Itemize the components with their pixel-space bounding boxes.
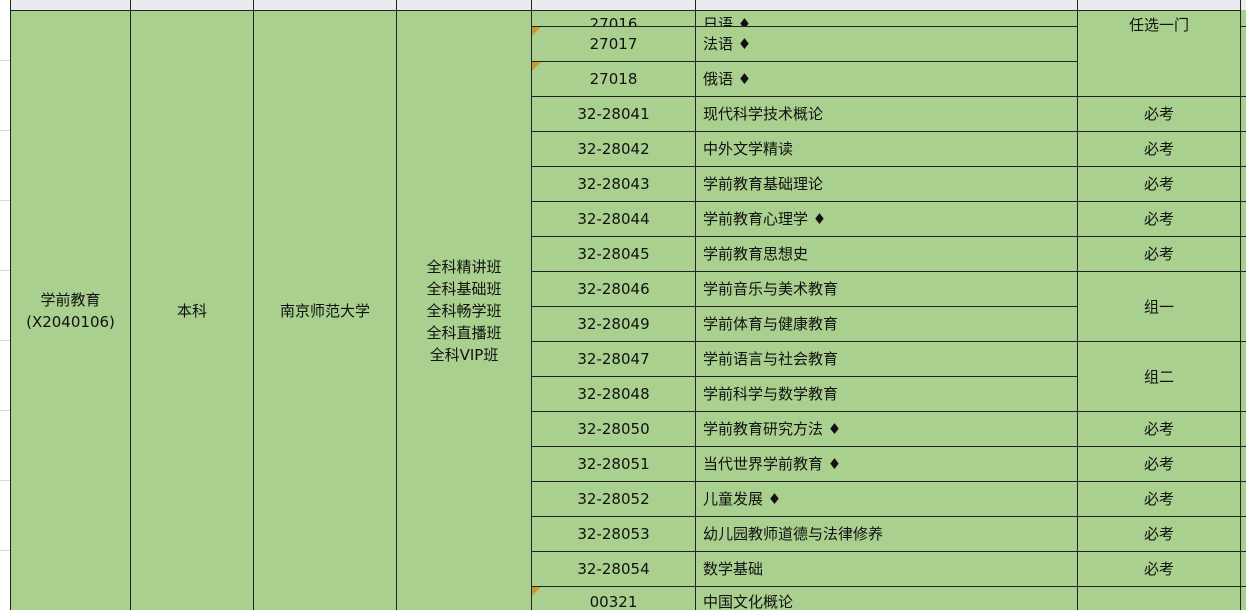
course-name-cell[interactable]: 现代科学技术概论	[696, 97, 1078, 132]
course-name-cell[interactable]: 学前教育心理学 ♦	[696, 202, 1078, 237]
requirement-cell[interactable]: 必考	[1078, 132, 1241, 167]
course-name-cell[interactable]: 俄语 ♦	[696, 62, 1078, 97]
requirement-cell[interactable]: 必考	[1078, 447, 1241, 482]
course-code-cell[interactable]: 32-28046	[532, 272, 696, 307]
requirement-cell-elective[interactable]: 任选一门	[1078, 11, 1241, 97]
course-code-cell[interactable]: 32-28050	[532, 412, 696, 447]
major-cell[interactable]: 学前教育 (X2040106)	[11, 11, 131, 610]
level-cell[interactable]: 本科	[131, 11, 254, 610]
course-code-cell[interactable]: 27018	[532, 62, 696, 97]
course-code: 32-28052	[577, 490, 650, 508]
table-row[interactable]: 日语 ♦	[696, 11, 1078, 27]
requirement-cell[interactable]: 必考	[1078, 482, 1241, 517]
course-code-cell[interactable]: 32-28048	[532, 377, 696, 412]
course-code: 32-28045	[577, 245, 650, 263]
course-code-cell[interactable]: 32-28053	[532, 517, 696, 552]
course-name-cell[interactable]: 儿童发展 ♦	[696, 482, 1078, 517]
course-code-cell[interactable]: 32-28051	[532, 447, 696, 482]
course-name-cell[interactable]: 中国文化概论	[696, 587, 1078, 610]
course-code: 32-28042	[577, 140, 650, 158]
comment-indicator-icon	[532, 62, 541, 71]
course-code: 32-28054	[577, 560, 650, 578]
course-name-cell[interactable]: 学前体育与健康教育	[696, 307, 1078, 342]
table-row[interactable]: 27016	[532, 11, 696, 27]
course-name: 日语 ♦	[703, 15, 752, 27]
course-code: 27016	[589, 15, 638, 27]
row-header-strip	[0, 0, 11, 610]
column-header-strip	[0, 0, 1246, 11]
course-name-cell[interactable]: 学前科学与数学教育	[696, 377, 1078, 412]
course-code: 32-28043	[577, 175, 650, 193]
course-code-cell[interactable]: 32-28041	[532, 97, 696, 132]
course-code-cell[interactable]: 32-28043	[532, 167, 696, 202]
course-code-cell[interactable]: 00321	[532, 587, 696, 610]
course-code-cell[interactable]: 32-28049	[532, 307, 696, 342]
requirement-cell[interactable]: 必考	[1078, 412, 1241, 447]
requirement-cell[interactable]: 必考	[1078, 552, 1241, 587]
course-code-cell[interactable]: 32-28045	[532, 237, 696, 272]
requirement-cell[interactable]	[1078, 587, 1241, 610]
course-name-cell[interactable]: 学前音乐与美术教育	[696, 272, 1078, 307]
school-cell[interactable]: 南京师范大学	[254, 11, 397, 610]
course-code: 32-28049	[577, 315, 650, 333]
course-name-cell[interactable]: 学前语言与社会教育	[696, 342, 1078, 377]
course-code: 00321	[589, 593, 638, 610]
course-name-cell[interactable]: 学前教育思想史	[696, 237, 1078, 272]
course-code-cell[interactable]: 32-28042	[532, 132, 696, 167]
course-name-cell[interactable]: 当代世界学前教育 ♦	[696, 447, 1078, 482]
course-name-cell[interactable]: 学前教育基础理论	[696, 167, 1078, 202]
requirement-cell[interactable]: 必考	[1078, 97, 1241, 132]
course-name-cell[interactable]: 幼儿园教师道德与法律修养	[696, 517, 1078, 552]
course-code: 32-28047	[577, 350, 650, 368]
course-code: 32-28046	[577, 280, 650, 298]
next-column-edge	[1240, 10, 1246, 610]
course-code-cell[interactable]: 32-28047	[532, 342, 696, 377]
comment-indicator-icon	[532, 27, 541, 36]
course-name-cell[interactable]: 中外文学精读	[696, 132, 1078, 167]
requirement-cell[interactable]: 必考	[1078, 517, 1241, 552]
course-code: 32-28041	[577, 105, 650, 123]
course-code-cell[interactable]: 32-28052	[532, 482, 696, 517]
course-name-cell[interactable]: 学前教育研究方法 ♦	[696, 412, 1078, 447]
course-code: 32-28053	[577, 525, 650, 543]
course-code-cell[interactable]: 27017	[532, 27, 696, 62]
requirement-cell[interactable]: 必考	[1078, 237, 1241, 272]
course-code: 32-28050	[577, 420, 650, 438]
course-code: 32-28051	[577, 455, 650, 473]
requirement-cell-group-one[interactable]: 组一	[1078, 272, 1241, 342]
course-code: 32-28048	[577, 385, 650, 403]
course-code: 27018	[589, 70, 638, 88]
course-name-cell[interactable]: 法语 ♦	[696, 27, 1078, 62]
requirement-cell[interactable]: 必考	[1078, 202, 1241, 237]
classes-cell[interactable]: 全科精讲班 全科基础班 全科畅学班 全科直播班 全科VIP班	[397, 11, 532, 610]
course-code: 32-28044	[577, 210, 650, 228]
course-code: 27017	[589, 35, 638, 53]
course-code-cell[interactable]: 32-28044	[532, 202, 696, 237]
requirement-cell-group-two[interactable]: 组二	[1078, 342, 1241, 412]
spreadsheet-grid: 学前教育 (X2040106) 本科 南京师范大学 全科精讲班 全科基础班 全科…	[0, 0, 1246, 610]
course-name-cell[interactable]: 数学基础	[696, 552, 1078, 587]
requirement-cell[interactable]: 必考	[1078, 167, 1241, 202]
course-code-cell[interactable]: 32-28054	[532, 552, 696, 587]
comment-indicator-icon	[532, 587, 541, 596]
